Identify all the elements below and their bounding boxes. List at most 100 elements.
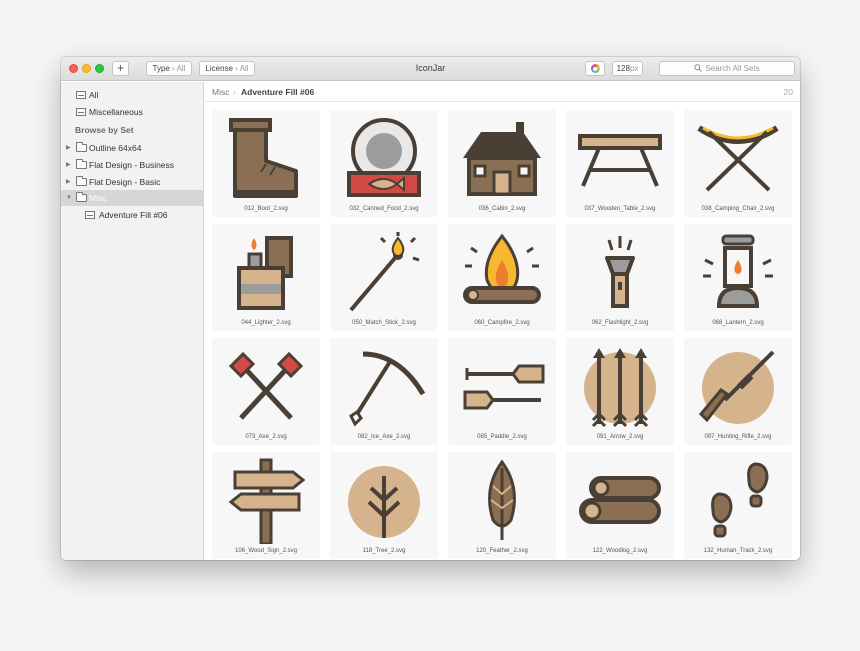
icon-file-name: 050_Match_Stick_2.svg [352,320,416,326]
icon-file-name: 073_Axe_2.svg [245,434,287,440]
lighter-icon [237,236,293,310]
paddle-icon [463,364,545,410]
tree-icon [348,466,420,538]
sidebar-item-misc[interactable]: ▼ Misc [61,190,204,206]
sidebar-item-label: Flat Design - Business [89,160,175,170]
icon-file-name: 062_Flashlight_2.svg [591,320,649,326]
icon-file-name: 037_Wooden_Table_2.svg [584,206,656,212]
icon-card[interactable]: 091_Arrow_2.svg [566,338,674,445]
cabin-icon [463,122,541,196]
icon-card[interactable]: 118_Tree_2.svg [330,452,438,559]
arrow-icon [584,348,656,428]
icon-card[interactable]: 097_Hunting_Rifle_2.svg [684,338,792,445]
icon-count: 20 [783,87,793,97]
folder-icon [76,192,87,202]
icon-file-name: 068_Lantern_2.svg [712,320,764,326]
icon-file-name: 091_Arrow_2.svg [596,434,644,440]
sidebar-item-outline-64x64[interactable]: ▶ Outline 64x64 [61,140,204,156]
icon-size-value: 128 [616,64,630,73]
canned-food-icon [347,118,421,197]
icon-size-button[interactable]: 128px [612,61,643,76]
miscellaneous-icon [76,108,86,116]
disclosure-arrow-icon[interactable]: ▶ [66,140,71,156]
folder-icon [76,176,87,186]
flashlight-icon [605,236,635,308]
icon-file-name: 036_Cabin_2.svg [478,206,526,212]
folder-icon [76,142,87,152]
icon-set-icon [85,211,95,219]
sidebar-item-flat-design-basic[interactable]: ▶ Flat Design - Basic [61,174,204,190]
icon-card[interactable]: 060_Campfire_2.svg [448,224,556,331]
search-field[interactable]: Search All Sets [659,61,795,76]
match-stick-icon [349,232,420,312]
wood-sign-icon [228,458,306,544]
sidebar-item-all[interactable]: All [61,87,204,103]
color-wheel-icon [590,64,600,73]
icon-card[interactable]: 106_Wood_Sign_2.svg [212,452,320,559]
icon-card[interactable]: 132_Human_Track_2.svg [684,452,792,559]
icon-file-name: 038_Camping_Chair_2.svg [701,206,775,212]
breadcrumb: Misc › Adventure Fill #06 20 [205,82,800,102]
sidebar-item-miscellaneous[interactable]: Miscellaneous [61,104,204,120]
folder-icon [76,159,87,169]
icon-card[interactable]: 037_Wooden_Table_2.svg [566,110,674,217]
lantern-icon [703,234,773,308]
icon-file-name: 060_Campfire_2.svg [474,320,530,326]
wooden-table-icon [578,134,662,187]
ice-axe-icon [349,351,426,427]
boot-icon [229,118,298,198]
icon-card[interactable]: 062_Flashlight_2.svg [566,224,674,331]
disclosure-arrow-icon[interactable]: ▶ [66,174,71,190]
hunting-rifle-icon [698,350,775,424]
camping-chair-icon [697,125,779,192]
icon-file-name: 118_Tree_2.svg [362,548,406,554]
disclosure-arrow-icon[interactable]: ▶ [66,157,71,173]
axe-icon [228,351,304,420]
icon-size-unit: px [629,64,639,73]
icon-card[interactable]: 073_Axe_2.svg [212,338,320,445]
disclosure-arrow-open-icon[interactable]: ▼ [66,190,72,206]
icon-card[interactable]: 120_Feather_2.svg [448,452,556,559]
icon-card[interactable]: 044_Lighter_2.svg [212,224,320,331]
search-icon [694,64,703,72]
icon-card[interactable]: 012_Boot_2.svg [212,110,320,217]
feather-icon [488,459,516,540]
sidebar-item-adventure-fill-06[interactable]: Adventure Fill #06 [61,207,204,223]
icon-file-name: 032_Canned_Food_2.svg [349,206,419,212]
sidebar-item-label: Outline 64x64 [89,143,142,153]
icon-file-name: 097_Hunting_Rifle_2.svg [704,434,772,440]
icon-file-name: 044_Lighter_2.svg [241,320,291,326]
icon-card[interactable]: 068_Lantern_2.svg [684,224,792,331]
icon-file-name: 085_Paddle_2.svg [477,434,527,440]
icon-file-name: 012_Boot_2.svg [244,206,288,212]
sidebar-item-label: All [89,90,99,100]
sidebar-item-label: Flat Design - Basic [89,177,161,187]
campfire-icon [463,233,541,304]
breadcrumb-separator: › [233,87,236,97]
icon-card[interactable]: 085_Paddle_2.svg [448,338,556,445]
color-picker-button[interactable] [585,61,605,76]
icon-card[interactable]: 032_Canned_Food_2.svg [330,110,438,217]
human-track-icon [711,462,769,538]
breadcrumb-current: Adventure Fill #06 [241,87,315,97]
icon-card[interactable]: 082_Ice_Axe_2.svg [330,338,438,445]
icon-file-name: 082_Ice_Axe_2.svg [357,434,411,440]
sidebar-item-label: Miscellaneous [89,107,143,117]
icon-file-name: 132_Human_Track_2.svg [703,548,773,554]
icon-card[interactable]: 122_Woodlog_2.svg [566,452,674,559]
title-bar: + Type › All License › All IconJar 128px… [61,57,800,81]
icon-card[interactable]: 050_Match_Stick_2.svg [330,224,438,331]
browse-by-set-heading: Browse by Set [75,125,134,135]
breadcrumb-root[interactable]: Misc [212,82,229,102]
woodlog-icon [579,476,661,524]
icon-file-name: 120_Feather_2.svg [476,548,528,554]
sidebar-item-label: Misc [89,193,107,203]
icon-file-name: 122_Woodlog_2.svg [592,548,648,554]
all-icon [76,91,86,99]
icon-card[interactable]: 038_Camping_Chair_2.svg [684,110,792,217]
icon-card[interactable]: 036_Cabin_2.svg [448,110,556,217]
sidebar: All Miscellaneous Browse by Set ▶ Outlin… [61,82,204,560]
app-window: + Type › All License › All IconJar 128px… [61,57,800,560]
sidebar-item-flat-design-business[interactable]: ▶ Flat Design - Business [61,157,204,173]
search-placeholder: Search All Sets [705,64,760,73]
